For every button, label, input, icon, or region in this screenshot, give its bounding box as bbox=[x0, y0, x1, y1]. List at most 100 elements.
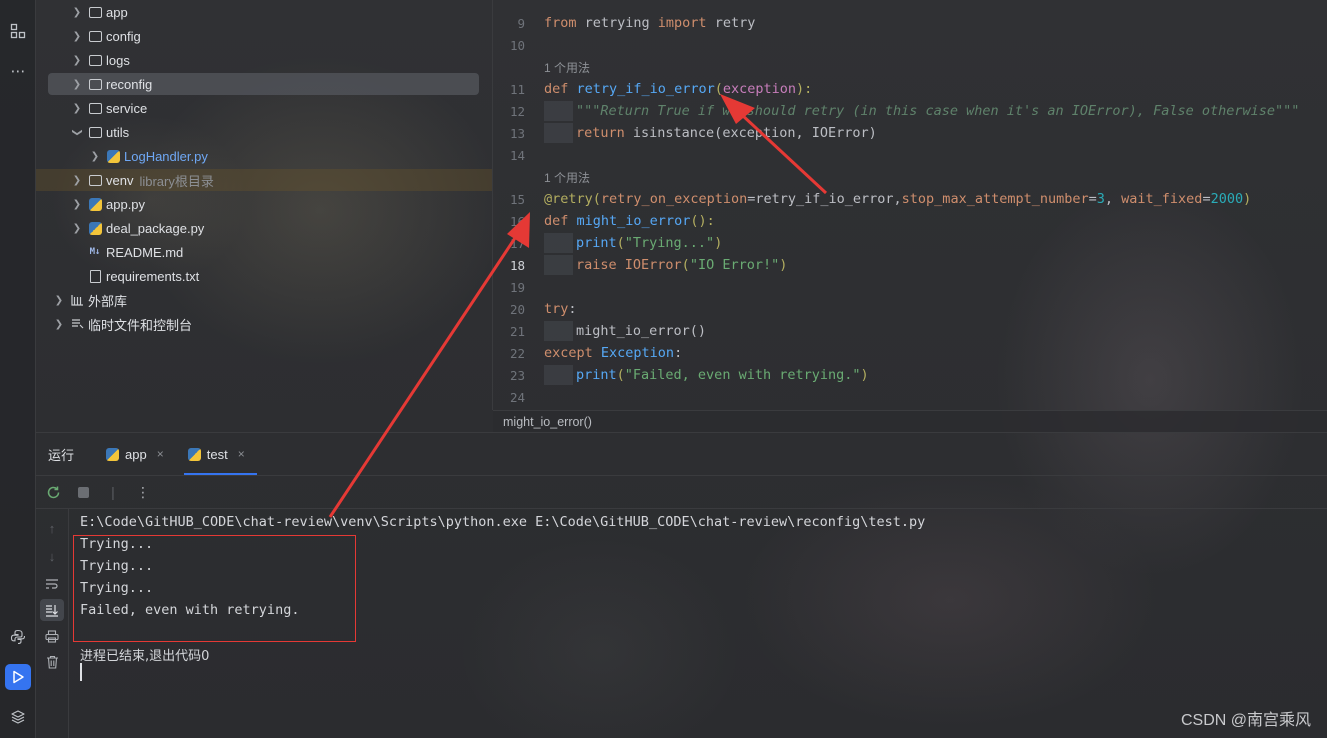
run-tool-icon[interactable] bbox=[5, 664, 31, 690]
code-line-20[interactable]: 20 try: bbox=[493, 298, 1327, 320]
code-editor[interactable]: 9 from retrying import retry 10 1 个用法 11… bbox=[492, 0, 1327, 432]
structure-icon[interactable] bbox=[5, 18, 31, 44]
code-line-16[interactable]: 16 def might_io_error (): bbox=[493, 210, 1327, 232]
code-token: retry_if_io_error bbox=[576, 81, 715, 97]
code-token: ( bbox=[592, 191, 601, 207]
tree-item-requirements[interactable]: requirements.txt bbox=[88, 265, 199, 287]
code-token: ( bbox=[616, 235, 625, 251]
tree-item-readme[interactable]: M↓ README.md bbox=[88, 241, 184, 263]
tree-item-label: config bbox=[106, 28, 141, 44]
tree-item-logs[interactable]: ❯ logs bbox=[70, 49, 130, 71]
python-file-icon bbox=[106, 447, 120, 461]
code-token: , bbox=[1104, 191, 1122, 207]
code-token: 2000 bbox=[1210, 191, 1244, 207]
tree-item-config[interactable]: ❯ config bbox=[70, 25, 141, 47]
console-side-toolbar: ↑ ↓ bbox=[36, 509, 69, 738]
code-token: print bbox=[576, 235, 617, 251]
code-token: retrying bbox=[576, 15, 658, 31]
line-number: 18 bbox=[509, 257, 525, 273]
chevron-right-icon[interactable]: ❯ bbox=[70, 175, 84, 186]
tree-item-service[interactable]: ❯ service bbox=[70, 97, 147, 119]
line-number: 12 bbox=[509, 103, 525, 119]
chevron-right-icon[interactable]: ❯ bbox=[70, 223, 84, 234]
close-icon[interactable]: × bbox=[157, 447, 164, 461]
chevron-right-icon[interactable]: ❯ bbox=[88, 151, 102, 162]
code-token: 3 bbox=[1096, 191, 1105, 207]
tree-item-label: requirements.txt bbox=[106, 268, 200, 284]
code-line-21[interactable]: 21 might_io_error() bbox=[493, 320, 1327, 342]
chevron-right-icon[interactable]: ❯ bbox=[52, 295, 66, 306]
chevron-right-icon[interactable]: ❯ bbox=[70, 7, 84, 18]
code-line-17[interactable]: 17 print("Trying...") bbox=[493, 232, 1327, 254]
project-tree: ❯ app ❯ config ❯ logs ❯ reconfig ❯ servi… bbox=[36, 0, 492, 432]
chevron-right-icon[interactable]: ❯ bbox=[70, 79, 84, 90]
chevron-right-icon[interactable]: ❯ bbox=[70, 55, 84, 66]
tree-item-scratches[interactable]: ❯ 临时文件和控制台 bbox=[52, 313, 192, 335]
tree-item-reconfig[interactable]: ❯ reconfig bbox=[48, 73, 479, 95]
code-token: : bbox=[674, 345, 683, 361]
python-console-icon[interactable] bbox=[5, 624, 31, 650]
breadcrumb-item[interactable]: might_io_error() bbox=[503, 415, 592, 429]
folder-icon bbox=[88, 54, 102, 66]
tree-item-venv[interactable]: ❯ venv library根目录 bbox=[36, 169, 492, 191]
tree-item-label: app bbox=[106, 4, 128, 20]
code-line-24[interactable]: 24 bbox=[493, 386, 1327, 408]
soft-wrap-icon[interactable] bbox=[40, 573, 64, 595]
code-token: ) bbox=[779, 257, 788, 273]
arrow-down-icon[interactable]: ↓ bbox=[40, 545, 64, 567]
tree-item-label: venv bbox=[106, 172, 134, 188]
usage-hint[interactable]: 1 个用法 bbox=[544, 59, 590, 76]
breadcrumb[interactable]: might_io_error() bbox=[493, 410, 1327, 432]
tree-item-utils[interactable]: ❯ utils bbox=[70, 121, 130, 143]
code-line-13[interactable]: 13 return isinstance(exception, IOError) bbox=[493, 122, 1327, 144]
stop-icon[interactable] bbox=[70, 479, 96, 505]
code-token: Exception bbox=[592, 345, 675, 361]
code-token: "Trying..." bbox=[624, 235, 715, 251]
usage-hint[interactable]: 1 个用法 bbox=[544, 169, 590, 186]
code-token: def bbox=[544, 81, 569, 97]
line-number: 10 bbox=[509, 37, 525, 53]
more-tools-icon[interactable]: ⋯ bbox=[5, 58, 31, 84]
tree-item-deal-package[interactable]: ❯ deal_package.py bbox=[70, 217, 205, 239]
python-file-icon bbox=[88, 221, 102, 235]
chevron-right-icon[interactable]: ❯ bbox=[70, 103, 84, 114]
more-options-icon[interactable]: ⋮ bbox=[130, 479, 156, 505]
close-icon[interactable]: × bbox=[238, 447, 245, 461]
run-tab-app[interactable]: app × bbox=[102, 433, 176, 475]
scroll-to-end-icon[interactable] bbox=[40, 599, 64, 621]
rerun-icon[interactable] bbox=[40, 479, 66, 505]
code-token: raise bbox=[576, 257, 617, 273]
code-line-18[interactable]: 18 raise IOError("IO Error!") bbox=[493, 254, 1327, 276]
code-line-19[interactable]: 19 bbox=[493, 276, 1327, 298]
print-icon[interactable] bbox=[40, 625, 64, 647]
chevron-right-icon[interactable]: ❯ bbox=[52, 319, 66, 330]
run-tab-test[interactable]: test × bbox=[183, 433, 257, 475]
code-token: might_io_error bbox=[576, 213, 691, 229]
code-line-22[interactable]: 22 except Exception: bbox=[493, 342, 1327, 364]
tree-item-loghandler[interactable]: ❯ LogHandler.py bbox=[88, 145, 208, 167]
code-line-23[interactable]: 23 print("Failed, even with retrying.") bbox=[493, 364, 1327, 386]
code-line-14[interactable]: 14 bbox=[493, 144, 1327, 166]
layers-icon[interactable] bbox=[5, 704, 31, 730]
chevron-right-icon[interactable]: ❯ bbox=[70, 31, 84, 42]
markdown-file-icon: M↓ bbox=[89, 247, 101, 257]
csdn-watermark: CSDN @南宫乘风 bbox=[1180, 712, 1311, 729]
tree-item-label: LogHandler.py bbox=[124, 148, 208, 164]
trash-icon[interactable] bbox=[40, 651, 64, 673]
tree-item-app-py[interactable]: ❯ app.py bbox=[70, 193, 145, 215]
line-number: 21 bbox=[509, 323, 525, 339]
code-line-11[interactable]: 11 def retry_if_io_error(exception): bbox=[493, 78, 1327, 100]
tree-item-app[interactable]: ❯ app bbox=[70, 1, 128, 23]
code-line-10[interactable]: 10 bbox=[493, 34, 1327, 56]
console-line: 进程已结束,退出代码0 bbox=[80, 648, 210, 664]
chevron-down-icon[interactable]: ❯ bbox=[72, 125, 83, 139]
folder-icon bbox=[88, 174, 102, 186]
code-line-9[interactable]: 9 from retrying import retry bbox=[493, 12, 1327, 34]
code-line-12[interactable]: 12 """Return True if we should retry (in… bbox=[493, 100, 1327, 122]
arrow-up-icon[interactable]: ↑ bbox=[40, 517, 64, 539]
tree-item-external-libraries[interactable]: ❯ 外部库 bbox=[52, 289, 127, 311]
chevron-right-icon[interactable]: ❯ bbox=[70, 199, 84, 210]
code-line-15[interactable]: 15 @retry(retry_on_exception =retry_if_io… bbox=[493, 188, 1327, 210]
library-root-hint: library根目录 bbox=[139, 173, 214, 189]
code-token: import bbox=[657, 15, 707, 31]
